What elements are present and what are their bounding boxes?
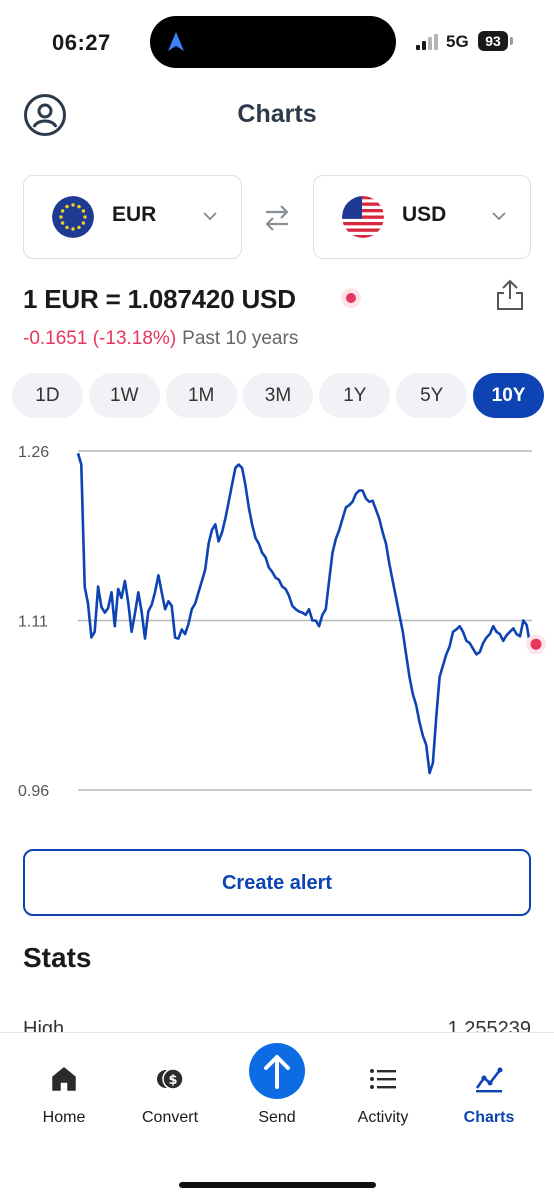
rate-chart[interactable]: 1.26 1.11 0.96 <box>0 430 554 810</box>
period-selector: 1D 1W 1M 3M 1Y 5Y 10Y <box>12 373 545 418</box>
tab-convert[interactable]: $ Convert <box>120 1033 220 1143</box>
rate-line <box>76 452 532 775</box>
exchange-rate: 1 EUR = 1.087420 USD <box>23 284 296 314</box>
y-tick-label: 1.11 <box>18 614 48 631</box>
from-currency-selector[interactable]: EUR <box>23 175 242 259</box>
eu-flag-icon <box>52 196 94 238</box>
period-10y[interactable]: 10Y <box>473 373 545 418</box>
chevron-down-icon <box>492 212 506 221</box>
to-currency-selector[interactable]: USD <box>313 175 531 259</box>
svg-text:$: $ <box>168 1073 177 1088</box>
page-title: Charts <box>237 100 317 128</box>
share-icon[interactable] <box>494 278 526 312</box>
period-5y[interactable]: 5Y <box>396 373 468 418</box>
tab-send[interactable]: Send <box>227 1033 327 1143</box>
period-1d[interactable]: 1D <box>12 373 83 418</box>
home-indicator <box>179 1182 376 1188</box>
swap-icon[interactable] <box>260 201 294 235</box>
home-icon <box>52 1067 76 1091</box>
rate-change-value: -0.1651 (-13.18%) <box>23 328 177 349</box>
tab-home-label: Home <box>42 1109 86 1126</box>
status-bar: 06:27 5G 93 <box>0 0 554 80</box>
create-alert-button[interactable]: Create alert <box>23 849 531 916</box>
tab-convert-label: Convert <box>141 1109 199 1126</box>
rate-change-period: Past 10 years <box>182 328 299 349</box>
network-label: 5G <box>446 32 469 51</box>
tab-bar: Home $ Convert Send Activity Charts <box>0 1032 554 1200</box>
signal-icon <box>416 34 438 50</box>
current-point <box>530 638 542 650</box>
us-flag-icon <box>342 196 384 238</box>
tab-charts-label: Charts <box>463 1109 515 1126</box>
chevron-down-icon <box>203 212 217 221</box>
tab-activity-label: Activity <box>357 1109 409 1126</box>
tab-home[interactable]: Home <box>14 1033 114 1143</box>
from-currency-code: EUR <box>112 203 157 226</box>
period-3m[interactable]: 3M <box>242 373 314 418</box>
rate-change-row: -0.1651 (-13.18%) Past 10 years <box>23 328 298 350</box>
charts-icon <box>475 1067 503 1093</box>
period-1w[interactable]: 1W <box>88 373 160 418</box>
tab-charts[interactable]: Charts <box>439 1033 539 1143</box>
send-icon <box>249 1043 305 1099</box>
y-tick-label: 1.26 <box>18 444 49 461</box>
tab-activity[interactable]: Activity <box>333 1033 433 1143</box>
activity-icon <box>370 1069 396 1089</box>
tab-send-label: Send <box>258 1109 296 1126</box>
battery-icon: 93 <box>478 31 508 51</box>
status-time: 06:27 <box>52 30 111 55</box>
battery-nub <box>510 37 513 45</box>
y-tick-label: 0.96 <box>18 783 49 800</box>
live-indicator-dot <box>341 288 361 308</box>
period-1m[interactable]: 1M <box>165 373 237 418</box>
period-1y[interactable]: 1Y <box>319 373 391 418</box>
convert-icon: $ <box>157 1068 184 1090</box>
to-currency-code: USD <box>402 203 447 226</box>
stats-title: Stats <box>23 942 92 973</box>
navigation-arrow-icon <box>168 32 184 51</box>
